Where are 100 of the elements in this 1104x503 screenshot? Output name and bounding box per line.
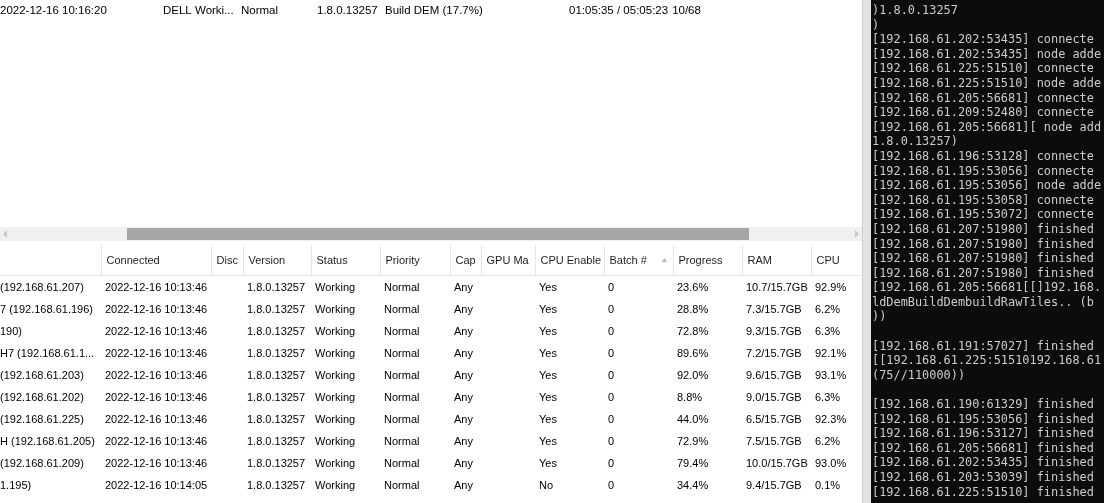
table-cell: 23.6%	[673, 275, 742, 298]
horizontal-scrollbar[interactable]	[0, 227, 862, 241]
table-cell-text: 10.0/15.7GB	[745, 456, 809, 471]
console-line: [192.168.61.202:53435] finished	[872, 455, 1094, 470]
column-header[interactable]: Connected	[101, 245, 211, 276]
table-cell-text: Working	[314, 478, 357, 493]
table-cell-text: 0	[607, 346, 616, 361]
console-line: ))	[872, 309, 887, 325]
scroll-left-icon[interactable]	[2, 230, 8, 238]
table-cell-text: 1.8.0.13257	[246, 346, 307, 361]
console-line: [192.168.61.202:53435] node adde	[872, 46, 1102, 62]
column-header[interactable]: Priority	[380, 245, 450, 276]
table-cell-text: Any	[453, 346, 474, 361]
console-line: [192.168.61.195:53056] node adde	[872, 178, 1102, 193]
console-line: [192.168.61.190:61329] finished	[872, 396, 1094, 412]
table-cell-text: 92.1%	[814, 346, 848, 361]
table-cell-text: Working	[314, 456, 357, 471]
job-date: 2022-12-16 10:16:20	[0, 4, 108, 16]
column-header[interactable]: Batch #	[604, 245, 673, 276]
console-line: [192.168.61.203:53039] finished	[872, 470, 1094, 485]
table-cell-text: 1.8.0.13257	[246, 456, 307, 471]
table-cell-text: 28.8%	[676, 302, 710, 317]
column-header[interactable]: Version	[243, 245, 311, 276]
table-cell-text: Normal	[383, 390, 421, 405]
console-line: [192.168.61.195:53056] finished	[872, 411, 1094, 427]
table-cell: Working	[311, 275, 380, 298]
table-cell-text: 0	[607, 368, 616, 383]
table-cell-text: 1.8.0.13257	[246, 390, 307, 405]
console-line: [192.168.61.195:53056] connecte	[872, 163, 1094, 179]
console-line: [192.168.61.191:57027] finished	[872, 337, 1094, 354]
table-cell: 0	[604, 275, 673, 298]
table-cell-text: Working	[314, 324, 357, 339]
table-cell-text: (192.168.61.203)	[0, 368, 85, 383]
table-cell: Normal	[380, 275, 450, 298]
table-cell-text: 44.0%	[676, 412, 710, 427]
scroll-right-icon[interactable]	[854, 230, 860, 238]
column-header[interactable]: CPU Enable	[535, 245, 604, 276]
table-cell-text: Yes	[538, 346, 558, 361]
console-line: [192.168.61.207:51980] finished	[872, 236, 1094, 252]
table-cell-text: Yes	[538, 456, 558, 471]
table-cell-text: (192.168.61.209)	[0, 456, 85, 471]
table-cell-text: 7.2/15.7GB	[745, 346, 803, 361]
table-cell-text: Normal	[383, 324, 421, 339]
column-header[interactable]: RAM	[742, 245, 811, 276]
console-line: [192.168.61.196:53127] finished	[872, 426, 1094, 441]
table-cell-text: Any	[453, 412, 474, 427]
table-cell-text: Normal	[383, 302, 421, 317]
table-cell-text: Yes	[538, 368, 558, 383]
table-cell-text: Yes	[538, 412, 558, 427]
table-cell-text: Normal	[383, 412, 421, 427]
table-cell-text: 9.4/15.7GB	[745, 478, 803, 493]
table-cell-text: 1.8.0.13257	[246, 412, 307, 427]
console-line: [192.168.61.205:56681][ node add	[872, 119, 1102, 135]
table-cell-text: Any	[453, 456, 474, 471]
table-cell-text: 89.6%	[676, 346, 710, 361]
table-cell-text: 2022-12-16 10:13:46	[104, 368, 209, 383]
job-status: Worki...	[195, 4, 235, 16]
table-cell-text: Working	[314, 368, 357, 383]
column-header[interactable]: Disc	[211, 245, 243, 276]
column-header[interactable]: Progress	[673, 245, 742, 276]
scrollbar-thumb[interactable]	[127, 228, 749, 240]
table-cell-text: 0.1%	[814, 478, 842, 493]
table-cell-text: 0	[607, 324, 616, 339]
table-cell-text: Any	[453, 324, 474, 339]
console-line: [192.168.61.207:51980] finished	[872, 251, 1094, 266]
console-line: [192.168.61.205:56681] finished	[872, 440, 1094, 456]
table-cell-text: Normal	[383, 478, 421, 493]
table-cell-text: Yes	[538, 324, 558, 339]
table-cell-text: (192.168.61.202)	[0, 390, 85, 405]
table-cell-text: 6.5/15.7GB	[745, 412, 803, 427]
table-cell-text: 0	[607, 456, 616, 471]
table-cell-text: 2022-12-16 10:14:05	[104, 478, 209, 493]
sort-arrow-icon	[660, 258, 668, 262]
table-cell-text: Any	[453, 478, 474, 493]
console-line: [192.168.61.202:53435] connecte	[872, 32, 1094, 47]
table-cell-text: Yes	[538, 302, 558, 317]
table-cell-text: 79.4%	[676, 456, 710, 471]
table-cell-text: 34.4%	[676, 478, 710, 493]
table-cell-text: 1.8.0.13257	[246, 368, 307, 383]
table-cell-text: 190)	[0, 324, 24, 339]
table-cell-text: 6.3%	[814, 390, 842, 405]
table-cell-text: 1.8.0.13257	[246, 324, 307, 339]
console-line: (75//110000))	[872, 367, 966, 383]
table-cell-text: Working	[314, 390, 357, 405]
table-cell-text: 6.2%	[814, 434, 842, 449]
table-cell-text: Working	[314, 412, 357, 427]
table-cell-text: 9.6/15.7GB	[745, 368, 803, 383]
console-line: [192.168.61.195:53072] connecte	[872, 207, 1094, 222]
column-header[interactable]: GPU Ma	[481, 245, 535, 276]
table-cell-text: 2022-12-16 10:13:46	[104, 346, 209, 361]
console-line: [192.168.61.205:56681[[]192.168.	[872, 280, 1102, 295]
splitter[interactable]	[862, 0, 871, 503]
column-header-blank[interactable]	[0, 245, 101, 276]
console-line: ldDemBuildDembuildRawTiles.. (b	[872, 294, 1094, 310]
table-cell-text: 2022-12-16 10:13:46	[104, 434, 209, 449]
column-header[interactable]: Cap	[450, 245, 481, 276]
table-cell-text: 2022-12-16 10:13:46	[104, 302, 209, 317]
column-header[interactable]: Status	[311, 245, 380, 276]
table-cell-text: 1.195)	[0, 478, 33, 493]
table-cell: 92.9%	[811, 275, 862, 298]
